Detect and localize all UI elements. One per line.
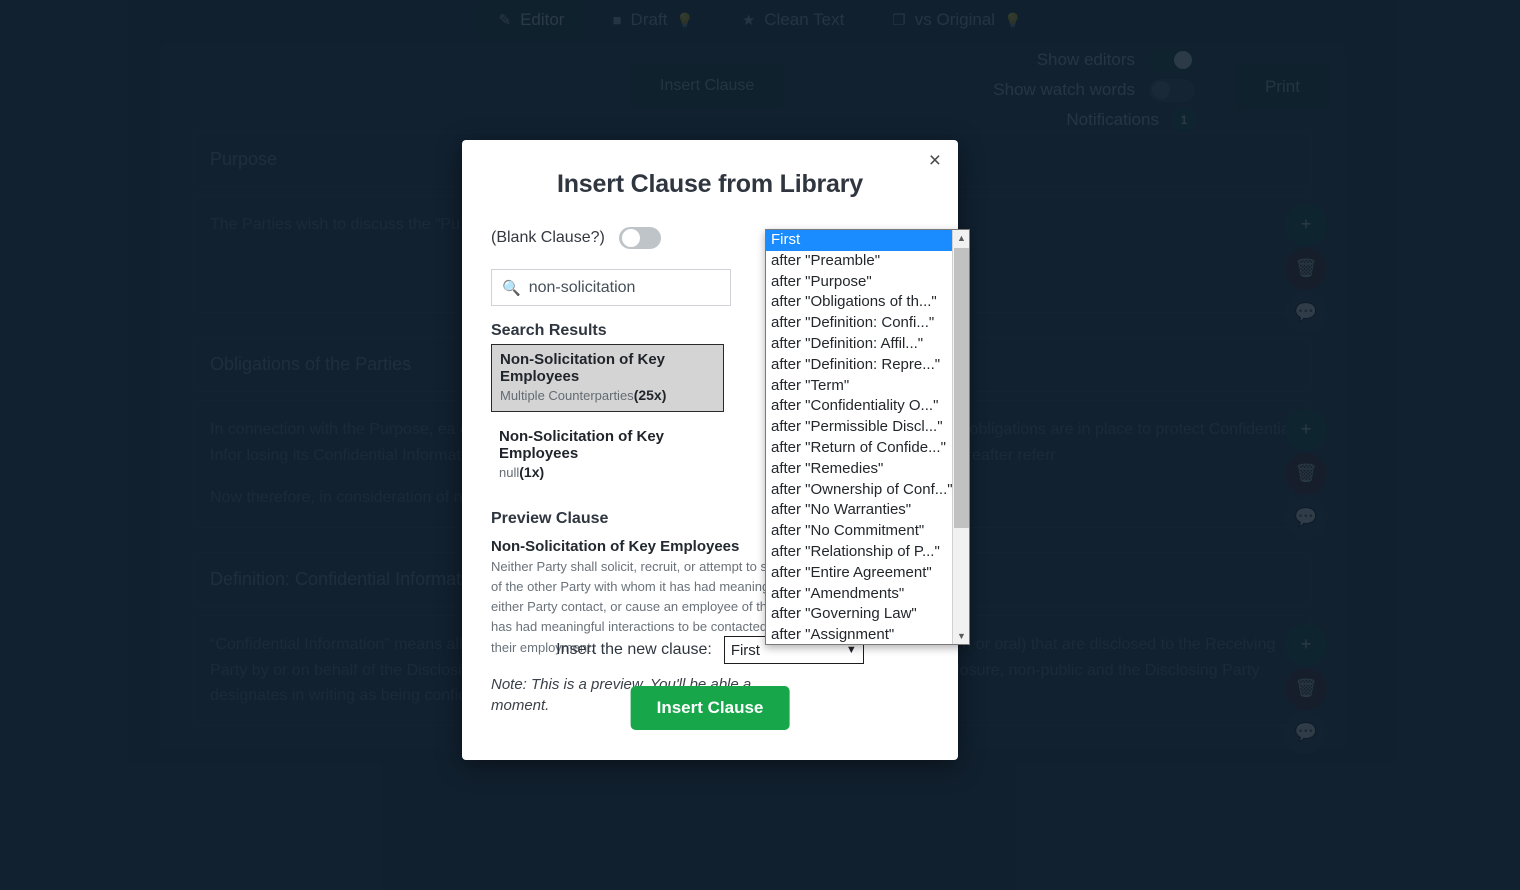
result-title: Non-Solicitation of Key Employees [500, 351, 665, 385]
search-icon: 🔍 [502, 279, 521, 297]
dropdown-option[interactable]: after "Governing Law" [766, 604, 952, 625]
caret-up-icon[interactable]: ▲ [953, 230, 969, 246]
insert-position-value: First [730, 641, 760, 659]
insert-position-label: Insert the new clause: [556, 641, 712, 658]
search-result-item-selected[interactable]: Non-Solicitation of Key Employees Multip… [491, 344, 724, 412]
dropdown-option[interactable]: after "Preamble" [766, 251, 952, 272]
search-field[interactable]: 🔍 non-solicitation [491, 269, 731, 306]
dropdown-option[interactable]: after "Relationship of P..." [766, 542, 952, 563]
search-input[interactable]: non-solicitation [529, 279, 719, 297]
dropdown-option[interactable]: after "Permissible Discl..." [766, 417, 952, 438]
close-icon[interactable]: × [929, 150, 941, 171]
insert-position-dropdown-list[interactable]: First after "Preamble" after "Purpose" afte… [765, 229, 970, 645]
result-count: (25x) [633, 387, 667, 403]
dropdown-option[interactable]: after "Definition: Repre..." [766, 355, 952, 376]
chevron-down-icon: ▼ [845, 644, 857, 656]
result-meta: Multiple Counterparties(25x) [500, 387, 715, 403]
dropdown-option[interactable]: after "No Warranties" [766, 500, 952, 521]
dropdown-options[interactable]: First after "Preamble" after "Purpose" afte… [766, 230, 952, 644]
search-result-item[interactable]: Non-Solicitation of Key Employees null(1… [491, 422, 724, 488]
dropdown-scrollbar[interactable]: ▲ ▼ [952, 230, 969, 644]
blank-clause-toggle[interactable] [618, 227, 661, 249]
insert-clause-submit-button[interactable]: Insert Clause [630, 686, 790, 730]
scrollbar-thumb[interactable] [954, 248, 969, 528]
dropdown-option[interactable]: after "Entire Agreement" [766, 563, 952, 584]
result-source: null [499, 465, 520, 480]
dropdown-option[interactable]: after "Definition: Affil..." [766, 334, 952, 355]
result-title: Non-Solicitation of Key Employees [499, 428, 664, 462]
result-count: (1x) [519, 464, 545, 480]
blank-clause-label: (Blank Clause?) [491, 229, 605, 246]
dropdown-option[interactable]: First [766, 230, 952, 251]
result-meta: null(1x) [499, 464, 716, 480]
caret-down-icon[interactable]: ▼ [953, 628, 969, 644]
dropdown-option[interactable]: after "Return of Confide..." [766, 438, 952, 459]
dropdown-option[interactable]: after "Purpose" [766, 272, 952, 293]
dropdown-option[interactable]: after "Amendments" [766, 584, 952, 605]
dropdown-option[interactable]: after "Remedies" [766, 459, 952, 480]
dropdown-option[interactable]: after "Confidentiality O..." [766, 396, 952, 417]
modal-title: Insert Clause from Library [556, 170, 863, 198]
dropdown-option[interactable]: after "Assignment" [766, 625, 952, 644]
dropdown-option[interactable]: after "Definition: Confi..." [766, 313, 952, 334]
dropdown-option[interactable]: after "Ownership of Conf..." [766, 480, 952, 501]
dropdown-option[interactable]: after "No Commitment" [766, 521, 952, 542]
dropdown-option[interactable]: after "Obligations of th..." [766, 292, 952, 313]
result-source: Multiple Counterparties [500, 388, 634, 403]
dropdown-option[interactable]: after "Term" [766, 376, 952, 397]
